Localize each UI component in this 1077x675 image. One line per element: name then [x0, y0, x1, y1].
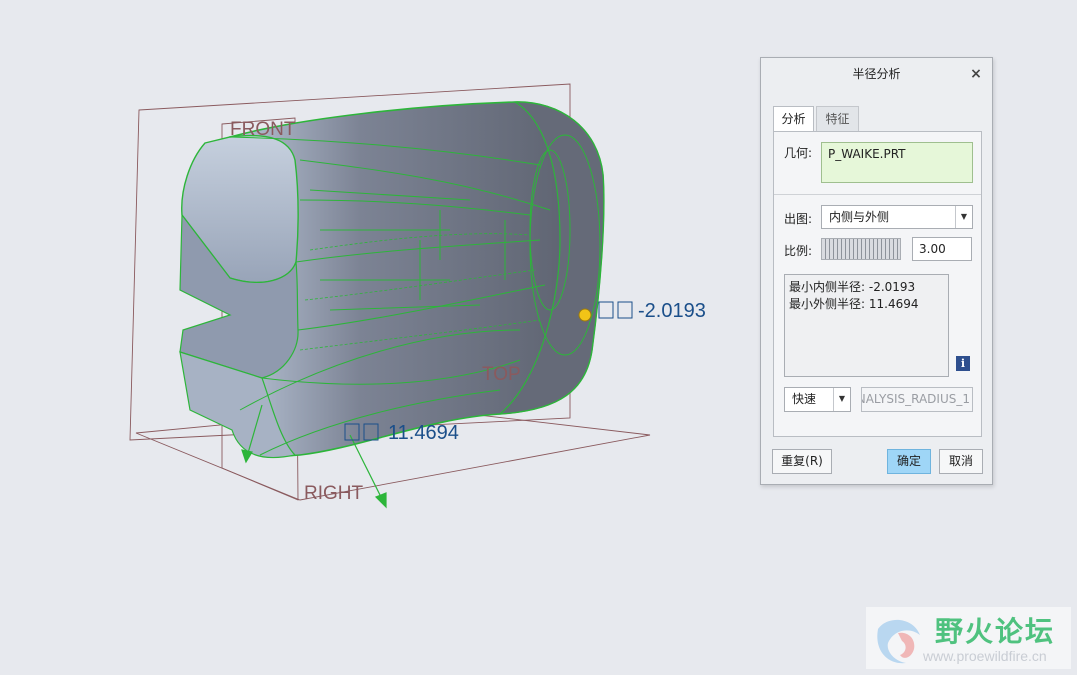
geometry-label: 几何: — [784, 146, 813, 160]
chevron-down-icon[interactable]: ▼ — [833, 388, 850, 411]
ok-button[interactable]: 确定 — [887, 449, 931, 474]
part-model[interactable] — [179, 101, 605, 459]
info-icon[interactable]: i — [956, 356, 970, 371]
min-inner-radius-value: -2.0193 — [638, 300, 706, 322]
analysis-panel: 几何: P_WAIKE.PRT 出图: 内侧与外侧 ▼ 比例: 3.00 最小内… — [773, 131, 982, 437]
top-plane-label: TOP — [482, 364, 521, 385]
scale-slider[interactable] — [821, 238, 901, 260]
result-min-inner-radius: 最小内侧半径: -2.0193 — [789, 280, 916, 294]
output-label: 出图: — [784, 212, 813, 226]
cancel-button[interactable]: 取消 — [939, 449, 983, 474]
min-outer-radius-value: 11.4694 — [388, 422, 459, 444]
results-box: 最小内侧半径: -2.0193 最小外侧半径: 11.4694 — [784, 274, 949, 377]
front-plane-label: FRONT — [230, 119, 296, 140]
divider — [774, 194, 981, 195]
dialog-title: 半径分析 — [852, 67, 901, 81]
mode-select[interactable]: 快速 ▼ — [784, 387, 851, 412]
watermark-title: 野火论坛 — [935, 615, 1056, 648]
reset-button[interactable]: 重复(R) — [772, 449, 832, 474]
scale-input[interactable]: 3.00 — [912, 237, 972, 261]
analysis-name-field[interactable]: ANALYSIS_RADIUS_1 — [861, 387, 973, 412]
radius-analysis-dialog: 半径分析 × 分析 特征 几何: P_WAIKE.PRT 出图: 内侧与外侧 ▼… — [760, 57, 993, 485]
scale-label: 比例: — [784, 244, 813, 258]
output-select[interactable]: 内侧与外侧 ▼ — [821, 205, 973, 229]
tab-analysis[interactable]: 分析 — [773, 106, 814, 131]
close-icon[interactable]: × — [968, 66, 984, 82]
right-plane-label: RIGHT — [304, 483, 364, 504]
mode-value: 快速 — [792, 392, 817, 406]
output-value: 内侧与外侧 — [829, 210, 890, 224]
forum-watermark: 野火论坛 www.proewildfire.cn — [866, 607, 1071, 669]
chevron-down-icon[interactable]: ▼ — [955, 206, 972, 228]
geometry-collector[interactable]: P_WAIKE.PRT — [821, 142, 973, 183]
geometry-value: P_WAIKE.PRT — [828, 147, 906, 161]
watermark-url: www.proewildfire.cn — [923, 648, 1047, 664]
flame-logo-icon — [877, 619, 920, 664]
tab-feature[interactable]: 特征 — [816, 106, 859, 131]
result-min-outer-radius: 最小外侧半径: 11.4694 — [789, 297, 919, 311]
